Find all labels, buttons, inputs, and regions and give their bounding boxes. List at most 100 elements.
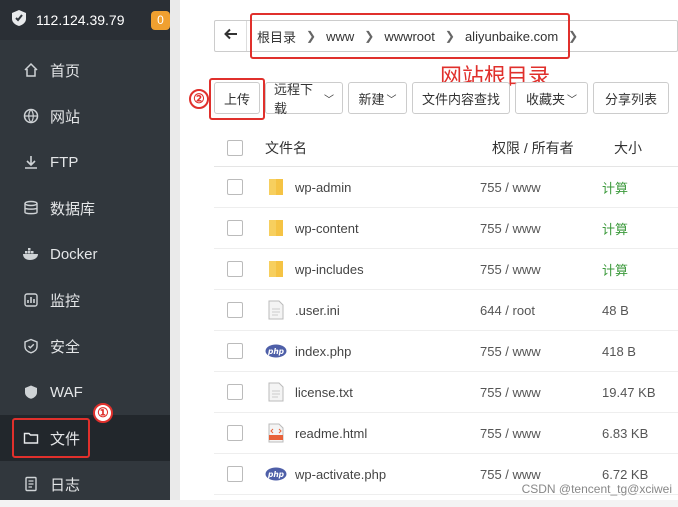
svg-text:php: php [267, 470, 285, 479]
sidebar-item-waf[interactable]: WAF [0, 369, 170, 415]
upload-highlight-box [209, 78, 265, 120]
svg-text:php: php [267, 347, 285, 356]
row-checkbox[interactable] [227, 343, 243, 359]
row-checkbox[interactable] [227, 179, 243, 195]
step-marker-1: ① [93, 403, 113, 423]
database-icon [22, 199, 40, 217]
file-size: 48 B [602, 303, 629, 318]
monitor-icon [22, 291, 40, 309]
select-all-checkbox[interactable] [227, 140, 243, 156]
file-permission[interactable]: 755 / www [480, 221, 602, 236]
new-label: 新建 [358, 89, 384, 108]
new-button[interactable]: 新建﹀ [348, 82, 407, 114]
search-content-button[interactable]: 文件内容查找 [412, 82, 510, 114]
file-name[interactable]: index.php [295, 344, 480, 359]
file-size: 418 B [602, 344, 636, 359]
file-permission[interactable]: 755 / www [480, 426, 602, 441]
remote-download-button[interactable]: 远程下载﹀ [265, 82, 343, 114]
folder-icon [265, 258, 287, 280]
sidebar-item-label: WAF [50, 384, 83, 401]
table-row[interactable]: php index.php755 / www418 B [214, 331, 678, 372]
calculate-size-link[interactable]: 计算 [602, 178, 628, 197]
files-highlight-box [12, 418, 90, 458]
favorites-button[interactable]: 收藏夹﹀ [515, 82, 588, 114]
arrow-left-icon [224, 27, 238, 45]
table-row[interactable]: wp-includes755 / www计算 [214, 249, 678, 290]
file-name[interactable]: wp-activate.php [295, 467, 480, 482]
row-checkbox[interactable] [227, 384, 243, 400]
row-checkbox[interactable] [227, 302, 243, 318]
folder-icon [265, 176, 287, 198]
sidebar-item-label: 日志 [50, 474, 80, 495]
file-name[interactable]: wp-admin [295, 180, 480, 195]
server-header: 112.124.39.79 [0, 0, 170, 40]
file-permission[interactable]: 755 / www [480, 344, 602, 359]
step-marker-2: ② [189, 89, 209, 109]
file-icon [265, 381, 287, 403]
file-permission[interactable]: 755 / www [480, 467, 602, 482]
main-left-gutter [170, 0, 180, 500]
table-row[interactable]: wp-content755 / www计算 [214, 208, 678, 249]
globe-icon [22, 107, 40, 125]
file-permission[interactable]: 755 / www [480, 385, 602, 400]
file-name[interactable]: readme.html [295, 426, 480, 441]
docker-icon [22, 245, 40, 263]
file-size: 6.83 KB [602, 426, 648, 441]
table-row[interactable]: readme.html755 / www6.83 KB [214, 413, 678, 454]
file-name[interactable]: .user.ini [295, 303, 480, 318]
remote-download-label: 远程下载 [274, 79, 322, 117]
table-row[interactable]: .user.ini644 / root48 B [214, 290, 678, 331]
calculate-size-link[interactable]: 计算 [602, 260, 628, 279]
sidebar-item-security[interactable]: 安全 [0, 323, 170, 369]
sidebar-item-label: 网站 [50, 106, 80, 127]
server-ip: 112.124.39.79 [36, 12, 125, 28]
sidebar-item-label: 安全 [50, 336, 80, 357]
server-logo-icon [10, 9, 28, 32]
folder-icon [265, 217, 287, 239]
row-checkbox[interactable] [227, 425, 243, 441]
calculate-size-link[interactable]: 计算 [602, 219, 628, 238]
file-table: 文件名 权限 / 所有者 大小 wp-admin755 / www计算wp-co… [214, 129, 678, 495]
file-name[interactable]: wp-includes [295, 262, 480, 277]
table-body: wp-admin755 / www计算wp-content755 / www计算… [214, 167, 678, 495]
sidebar-item-label: FTP [50, 154, 78, 171]
sidebar-item-website[interactable]: 网站 [0, 93, 170, 139]
sidebar-item-ftp[interactable]: FTP [0, 139, 170, 185]
file-name[interactable]: wp-content [295, 221, 480, 236]
shield-icon [22, 337, 40, 355]
header-name[interactable]: 文件名 [265, 138, 492, 158]
file-size: 6.72 KB [602, 467, 648, 482]
share-list-button[interactable]: 分享列表 [593, 82, 669, 114]
file-permission[interactable]: 755 / www [480, 262, 602, 277]
row-checkbox[interactable] [227, 220, 243, 236]
php-file-icon: php [265, 463, 287, 485]
file-permission[interactable]: 755 / www [480, 180, 602, 195]
sidebar-item-database[interactable]: 数据库 [0, 185, 170, 231]
header-size[interactable]: 大小 [614, 138, 642, 158]
sidebar-item-docker[interactable]: Docker [0, 231, 170, 277]
favorites-label: 收藏夹 [526, 89, 565, 108]
table-row[interactable]: wp-admin755 / www计算 [214, 167, 678, 208]
sidebar-item-label: 首页 [50, 60, 80, 81]
notification-badge[interactable]: 0 [151, 11, 170, 30]
chevron-down-icon: ﹀ [387, 91, 397, 106]
table-row[interactable]: license.txt755 / www19.47 KB [214, 372, 678, 413]
file-name[interactable]: license.txt [295, 385, 480, 400]
chevron-down-icon: ﹀ [567, 91, 577, 106]
watermark: CSDN @tencent_tg@xciwei [522, 482, 672, 496]
file-permission[interactable]: 644 / root [480, 303, 602, 318]
header-perm[interactable]: 权限 / 所有者 [492, 138, 614, 158]
back-button[interactable] [215, 21, 247, 51]
sidebar-item-logs[interactable]: 日志 [0, 461, 170, 507]
sidebar-item-monitor[interactable]: 监控 [0, 277, 170, 323]
php-file-icon: php [265, 340, 287, 362]
file-icon [265, 299, 287, 321]
html-file-icon [265, 422, 287, 444]
table-header: 文件名 权限 / 所有者 大小 [214, 129, 678, 167]
sidebar-item-home[interactable]: 首页 [0, 47, 170, 93]
row-checkbox[interactable] [227, 466, 243, 482]
row-checkbox[interactable] [227, 261, 243, 277]
waf-icon [22, 383, 40, 401]
ftp-icon [22, 153, 40, 171]
file-toolbar: 上传 远程下载﹀ 新建﹀ 文件内容查找 收藏夹﹀ 分享列表 [214, 82, 669, 114]
